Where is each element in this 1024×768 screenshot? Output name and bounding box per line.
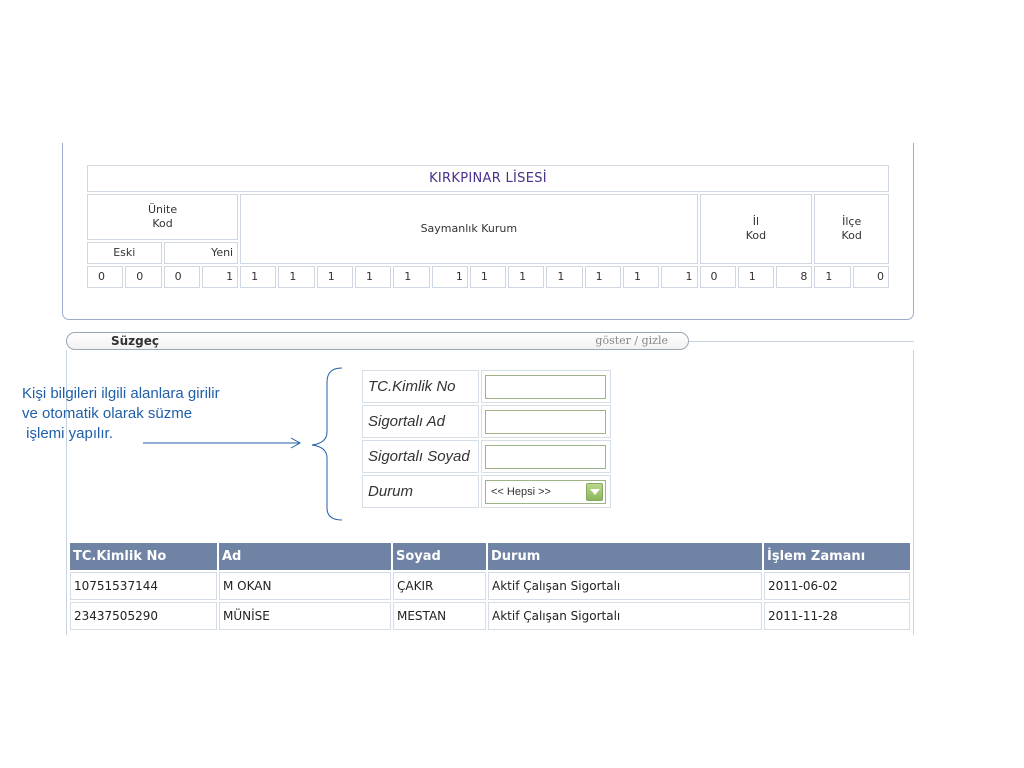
sigortali-soyad-label: Sigortalı Soyad: [362, 440, 479, 473]
column-header-soyad[interactable]: Soyad: [393, 543, 486, 570]
cell-tc: 23437505290: [70, 602, 217, 630]
results-header-row: TC.Kimlik No Ad Soyad Durum İşlem Zamanı: [70, 543, 910, 570]
filter-row-ad: Sigortalı Ad: [362, 405, 611, 438]
table-row[interactable]: 23437505290 MÜNİSE MESTAN Aktif Çalışan …: [70, 602, 910, 630]
column-header-ad[interactable]: Ad: [219, 543, 391, 570]
annotation-text: Kişi bilgileri ilgili alanlara girilir v…: [22, 385, 220, 442]
column-header-islem-zamani[interactable]: İşlem Zamanı: [764, 543, 910, 570]
tc-kimlik-label: TC.Kimlik No: [362, 370, 479, 403]
column-header-tc[interactable]: TC.Kimlik No: [70, 543, 217, 570]
results-table: TC.Kimlik No Ad Soyad Durum İşlem Zamanı…: [68, 541, 912, 632]
sigortali-ad-label: Sigortalı Ad: [362, 405, 479, 438]
filter-row-tc: TC.Kimlik No: [362, 370, 611, 403]
durum-select[interactable]: << Hepsi >>: [485, 479, 606, 504]
cell-soyad: ÇAKIR: [393, 572, 486, 600]
sigortali-soyad-input[interactable]: [485, 444, 606, 469]
cell-islem-zamani: 2011-06-02: [764, 572, 910, 600]
column-header-durum[interactable]: Durum: [488, 543, 762, 570]
durum-selected-value: << Hepsi >>: [491, 485, 551, 498]
chevron-down-icon[interactable]: [586, 482, 603, 501]
cell-durum: Aktif Çalışan Sigortalı: [488, 572, 762, 600]
durum-label: Durum: [362, 475, 479, 508]
filter-form: TC.Kimlik No Sigortalı Ad Sigortalı Soya…: [360, 368, 613, 510]
cell-ad: MÜNİSE: [219, 602, 391, 630]
cell-islem-zamani: 2011-11-28: [764, 602, 910, 630]
filter-row-durum: Durum << Hepsi >>: [362, 475, 611, 508]
cell-tc: 10751537144: [70, 572, 217, 600]
filter-row-soyad: Sigortalı Soyad: [362, 440, 611, 473]
cell-soyad: MESTAN: [393, 602, 486, 630]
annotation-brace: [311, 367, 343, 521]
table-row[interactable]: 10751537144 M OKAN ÇAKIR Aktif Çalışan S…: [70, 572, 910, 600]
cell-ad: M OKAN: [219, 572, 391, 600]
cell-durum: Aktif Çalışan Sigortalı: [488, 602, 762, 630]
sigortali-ad-input[interactable]: [485, 409, 606, 434]
tc-kimlik-input[interactable]: [485, 374, 606, 399]
